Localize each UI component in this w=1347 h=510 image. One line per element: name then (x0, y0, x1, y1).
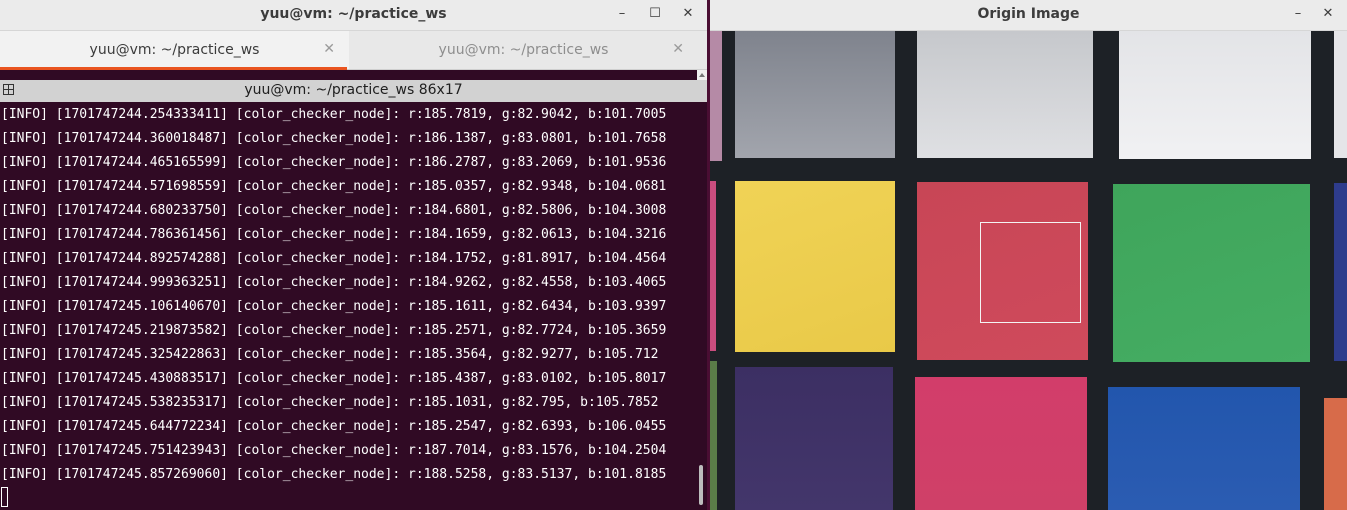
terminal-titlebar[interactable]: yuu@vm: ~/practice_ws – ☐ ✕ (0, 0, 707, 31)
green-patch (1113, 184, 1310, 362)
image-window-title: Origin Image (977, 6, 1080, 22)
roi-rectangle (980, 222, 1081, 323)
gray-patch (735, 31, 895, 158)
tab-practice-ws-1[interactable]: yuu@vm: ~/practice_ws ✕ (0, 31, 349, 70)
minimize-icon[interactable]: – (612, 5, 632, 23)
log-line: [INFO] [1701747245.644772234] [color_che… (1, 419, 667, 434)
edge-patch (1334, 183, 1347, 361)
log-line: [INFO] [1701747245.106140670] [color_che… (1, 299, 667, 314)
tab-label: yuu@vm: ~/practice_ws (89, 42, 260, 58)
log-line: [INFO] [1701747244.360018487] [color_che… (1, 131, 667, 146)
minimize-icon[interactable]: – (1288, 5, 1308, 23)
close-icon[interactable]: ✕ (1318, 5, 1338, 23)
terminal-tab-bar: yuu@vm: ~/practice_ws ✕ yuu@vm: ~/practi… (0, 31, 707, 70)
yellow-patch (735, 181, 895, 352)
log-line: [INFO] [1701747244.465165599] [color_che… (1, 155, 667, 170)
blue-patch (1108, 387, 1300, 510)
terminal-scrollbar[interactable] (697, 103, 707, 510)
log-line: [INFO] [1701747245.325422863] [color_che… (1, 347, 659, 362)
log-line: [INFO] [1701747244.892574288] [color_che… (1, 251, 667, 266)
image-window: Origin Image – ✕ (710, 0, 1347, 510)
tab-label: yuu@vm: ~/practice_ws (438, 42, 609, 58)
log-line: [INFO] [1701747245.219873582] [color_che… (1, 323, 667, 338)
light-gray-patch (917, 31, 1093, 158)
log-line: [INFO] [1701747245.538235317] [color_che… (1, 395, 659, 410)
log-line: [INFO] [1701747245.430883517] [color_che… (1, 371, 667, 386)
pane-title: yuu@vm: ~/practice_ws 86x17 (244, 82, 463, 98)
magenta-patch (915, 377, 1087, 510)
edge-patch (1334, 31, 1347, 158)
scroll-up-arrow-icon[interactable] (697, 70, 707, 80)
terminal-top-pane (0, 70, 697, 78)
close-icon[interactable]: ✕ (678, 5, 698, 23)
purple-patch (735, 367, 893, 510)
edge-patch (710, 361, 717, 510)
prompt-line[interactable] (0, 487, 697, 510)
text-cursor (1, 487, 8, 507)
log-line: [INFO] [1701747244.786361456] [color_che… (1, 227, 667, 242)
scrollbar-thumb[interactable] (699, 465, 703, 505)
terminal-window-title: yuu@vm: ~/practice_ws (260, 6, 447, 22)
edge-patch (710, 31, 722, 161)
log-line: [INFO] [1701747244.680233750] [color_che… (1, 203, 667, 218)
color-checker-image (710, 31, 1347, 510)
close-icon[interactable]: ✕ (672, 41, 684, 57)
terminal-output[interactable]: [INFO] [1701747244.254333411] [color_che… (0, 103, 697, 510)
close-icon[interactable]: ✕ (323, 41, 335, 57)
log-line: [INFO] [1701747244.571698559] [color_che… (1, 179, 667, 194)
orange-patch (1324, 398, 1347, 510)
terminal-window: yuu@vm: ~/practice_ws – ☐ ✕ yuu@vm: ~/pr… (0, 0, 707, 510)
white-patch (1119, 31, 1311, 159)
image-window-titlebar[interactable]: Origin Image – ✕ (710, 0, 1347, 31)
log-line: [INFO] [1701747244.999363251] [color_che… (1, 275, 667, 290)
log-line: [INFO] [1701747244.254333411] [color_che… (1, 107, 667, 122)
edge-patch (710, 181, 716, 351)
maximize-icon[interactable]: ☐ (645, 5, 665, 23)
terminal-pane-header: yuu@vm: ~/practice_ws 86x17 (0, 80, 707, 102)
log-line: [INFO] [1701747245.751423943] [color_che… (1, 443, 667, 458)
log-line: [INFO] [1701747245.857269060] [color_che… (1, 467, 667, 482)
tab-practice-ws-2[interactable]: yuu@vm: ~/practice_ws ✕ (349, 31, 698, 69)
